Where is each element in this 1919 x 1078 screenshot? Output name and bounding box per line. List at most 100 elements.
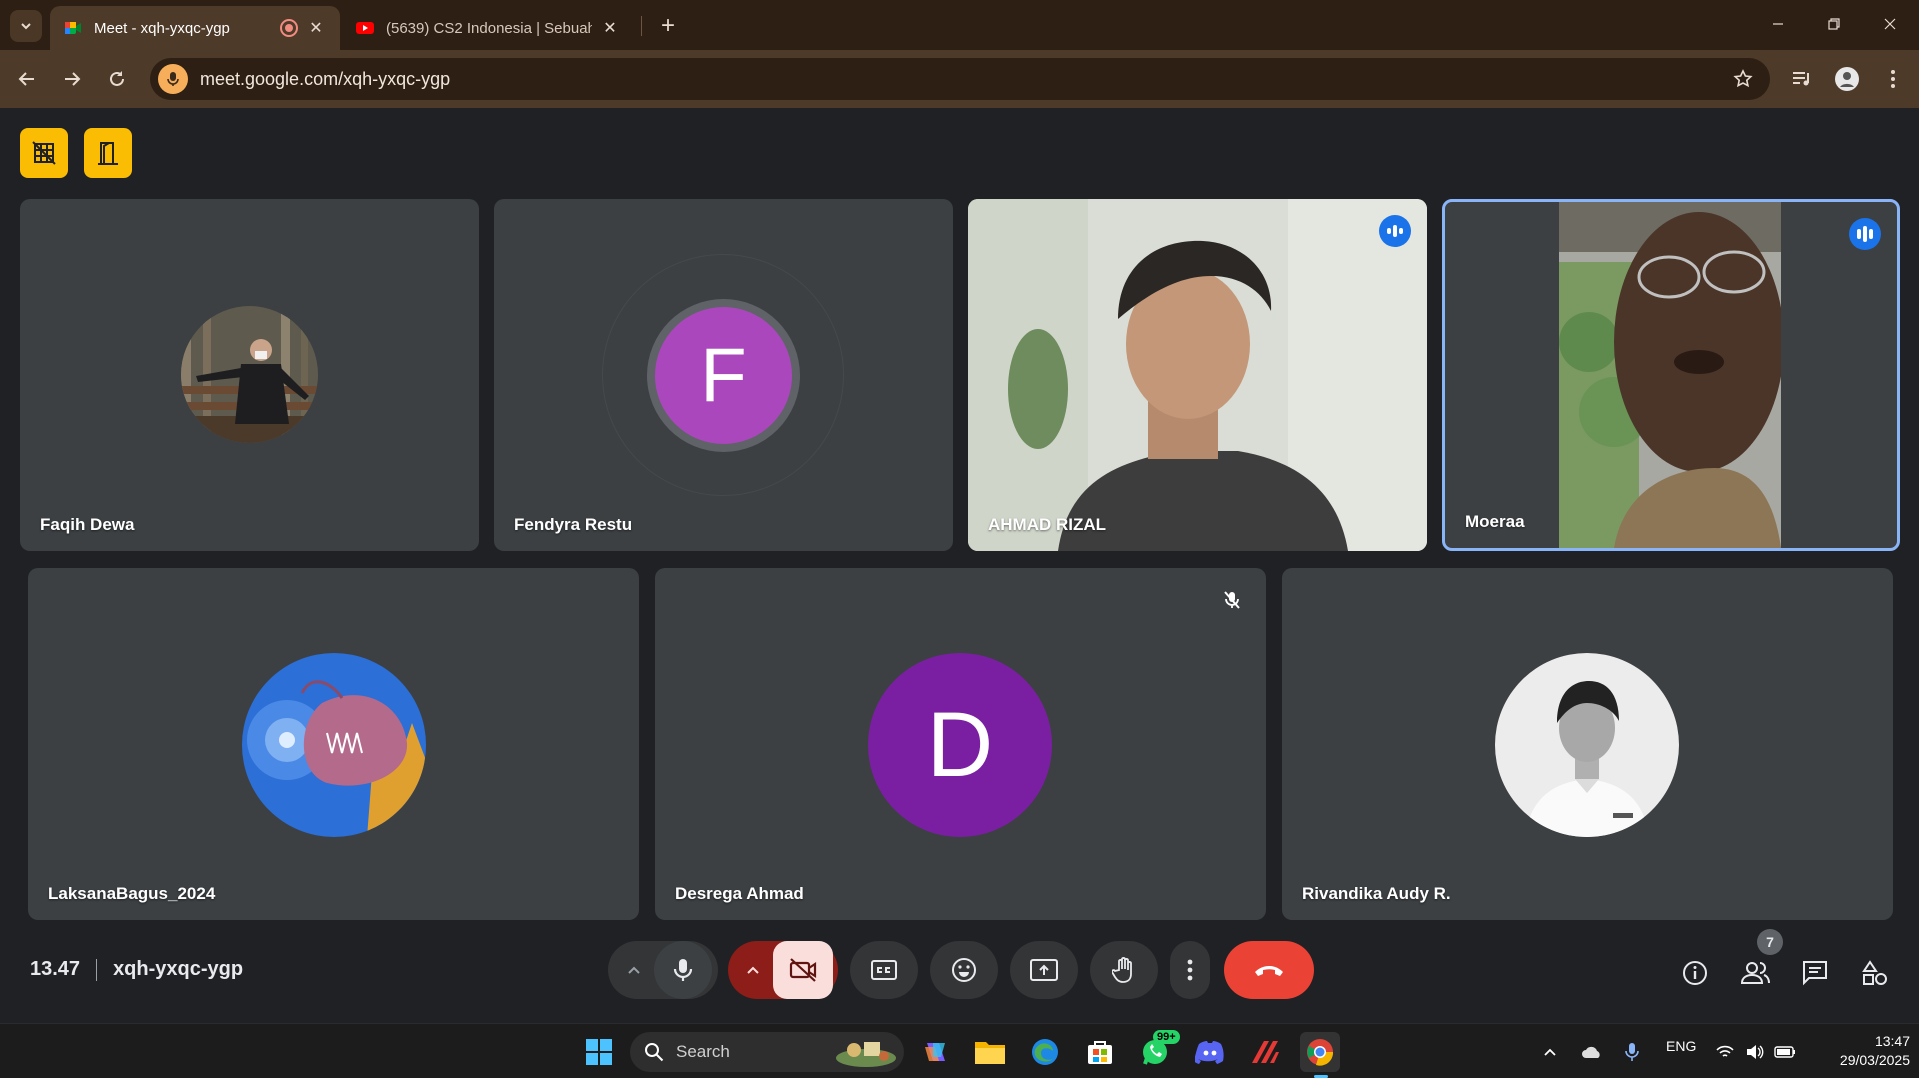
audio-settings-button[interactable] [614, 941, 654, 999]
taskbar-store[interactable] [1080, 1032, 1120, 1072]
minimize-button[interactable] [1758, 8, 1798, 40]
arrow-left-icon [18, 72, 34, 86]
restore-icon [1828, 18, 1840, 30]
onedrive-tray[interactable] [1575, 1032, 1609, 1072]
camera-button[interactable] [773, 941, 833, 999]
chrome-menu-button[interactable] [1876, 62, 1910, 96]
tab-title: (5639) CS2 Indonesia | Sebuah G [386, 19, 592, 37]
activities-button[interactable] [1855, 953, 1895, 993]
taskbar-chrome[interactable] [1300, 1032, 1340, 1078]
google-meet-icon [65, 22, 81, 34]
speaking-indicator-icon [1849, 218, 1881, 250]
app-icon [1252, 1041, 1279, 1063]
meeting-details-button[interactable] [1675, 953, 1715, 993]
participant-avatar-letter: F [655, 307, 792, 444]
participant-tile-ahmad[interactable]: AHMAD RIZAL [968, 199, 1427, 551]
meeting-info: 13.47 xqh-yxqc-ygp [30, 958, 243, 981]
windows-icon [586, 1039, 612, 1065]
hand-icon [1112, 957, 1132, 983]
participant-tile-laksana[interactable]: LaksanaBagus_2024 [28, 568, 639, 920]
search-highlight-icon [836, 1042, 896, 1067]
reactions-button[interactable] [930, 941, 998, 999]
new-tab-button[interactable]: + [652, 10, 684, 42]
video-settings-button[interactable] [733, 941, 773, 999]
info-icon [1683, 961, 1707, 985]
close-icon [1884, 18, 1896, 30]
present-screen-button[interactable] [1010, 941, 1078, 999]
tab-title: Meet - xqh-yxqc-ygp [94, 19, 230, 37]
close-tab-icon[interactable]: ✕ [600, 18, 620, 38]
participant-tile-fendyra[interactable]: F Fendyra Restu [494, 199, 953, 551]
participant-name: Moeraa [1465, 512, 1525, 531]
battery-charging-icon [1774, 1046, 1795, 1058]
taskbar-whatsapp[interactable]: 99+ [1135, 1030, 1180, 1072]
profile-icon [1835, 67, 1859, 91]
participant-video-feed [1559, 202, 1781, 548]
participant-name: Fendyra Restu [514, 515, 633, 534]
participant-tile-desrega[interactable]: D Desrega Ahmad [655, 568, 1266, 920]
battery-tray[interactable] [1770, 1032, 1800, 1072]
participant-avatar-letter: D [868, 653, 1052, 837]
more-options-button[interactable] [1170, 941, 1210, 999]
wifi-tray[interactable] [1710, 1032, 1740, 1072]
search-placeholder: Search [676, 1042, 730, 1061]
tab-meet[interactable]: Meet - xqh-yxqc-ygp ✕ [50, 6, 340, 50]
start-button[interactable] [579, 1032, 619, 1072]
microphone-button[interactable] [654, 941, 712, 999]
taskbar-discord[interactable] [1190, 1032, 1230, 1072]
reload-button[interactable] [100, 62, 134, 96]
camera-control-group [728, 941, 838, 999]
media-control-button[interactable] [1785, 62, 1819, 96]
bookmark-star-icon[interactable] [1728, 64, 1758, 94]
participant-name: LaksanaBagus_2024 [48, 884, 216, 903]
extension-door-button[interactable] [84, 128, 132, 178]
leave-call-button[interactable] [1224, 941, 1314, 999]
videocam-off-icon [789, 958, 817, 982]
tab-youtube[interactable]: (5639) CS2 Indonesia | Sebuah G ✕ [342, 6, 634, 50]
taskbar-app-red[interactable] [1245, 1032, 1285, 1072]
address-bar[interactable]: meet.google.com/xqh-yxqc-ygp [150, 58, 1770, 100]
arrow-right-icon [65, 72, 81, 86]
windows-taskbar: Search 99+ ENG 13:47 29/03/2025 [0, 1023, 1919, 1078]
mic-off-icon [1216, 584, 1248, 616]
clock-time: 13:47 [1874, 1033, 1910, 1049]
store-icon [1088, 1041, 1112, 1064]
participant-avatar-photo [1495, 653, 1679, 837]
taskbar-copilot[interactable] [916, 1032, 956, 1072]
volume-tray[interactable] [1740, 1032, 1770, 1072]
taskbar-file-explorer[interactable] [970, 1032, 1010, 1072]
participant-avatar-photo [181, 306, 318, 443]
cloud-icon [1582, 1046, 1600, 1058]
browser-toolbar: meet.google.com/xqh-yxqc-ygp [0, 50, 1919, 108]
captions-button[interactable] [850, 941, 918, 999]
taskbar-edge[interactable] [1025, 1032, 1065, 1072]
activities-icon [1862, 960, 1887, 985]
participant-tile-moeraa[interactable]: Moeraa [1442, 199, 1900, 551]
clock-date: 29/03/2025 [1839, 1052, 1910, 1068]
taskbar-search[interactable]: Search [630, 1032, 904, 1072]
people-button[interactable]: 7 [1735, 929, 1783, 993]
participant-tile-rivandika[interactable]: Rivandika Audy R. [1282, 568, 1893, 920]
chat-button[interactable] [1795, 953, 1835, 993]
back-button[interactable] [10, 62, 44, 96]
meet-page: Faqih Dewa F Fendyra Restu AHMAD RIZAL M… [0, 108, 1919, 1023]
grid-off-icon [32, 141, 56, 165]
folder-icon [975, 1042, 1005, 1064]
taskbar-clock[interactable]: 13:47 29/03/2025 [1810, 1032, 1910, 1070]
participant-tile-faqih[interactable]: Faqih Dewa [20, 199, 479, 551]
show-hidden-icons[interactable] [1535, 1032, 1565, 1072]
forward-button[interactable] [55, 62, 89, 96]
meeting-time: 13.47 [30, 958, 81, 980]
url-text[interactable]: meet.google.com/xqh-yxqc-ygp [200, 69, 1728, 90]
restore-button[interactable] [1814, 8, 1854, 40]
close-tab-icon[interactable]: ✕ [306, 18, 326, 38]
language-indicator[interactable]: ENG [1666, 1038, 1696, 1054]
profile-avatar[interactable] [1830, 62, 1864, 96]
close-window-button[interactable] [1870, 8, 1910, 40]
mic-in-use-tray[interactable] [1615, 1032, 1649, 1072]
participant-name: Faqih Dewa [40, 515, 135, 534]
extension-grid-view-button[interactable] [20, 128, 68, 178]
site-microphone-icon[interactable] [158, 64, 188, 94]
tab-search-button[interactable] [10, 10, 42, 42]
raise-hand-button[interactable] [1090, 941, 1158, 999]
